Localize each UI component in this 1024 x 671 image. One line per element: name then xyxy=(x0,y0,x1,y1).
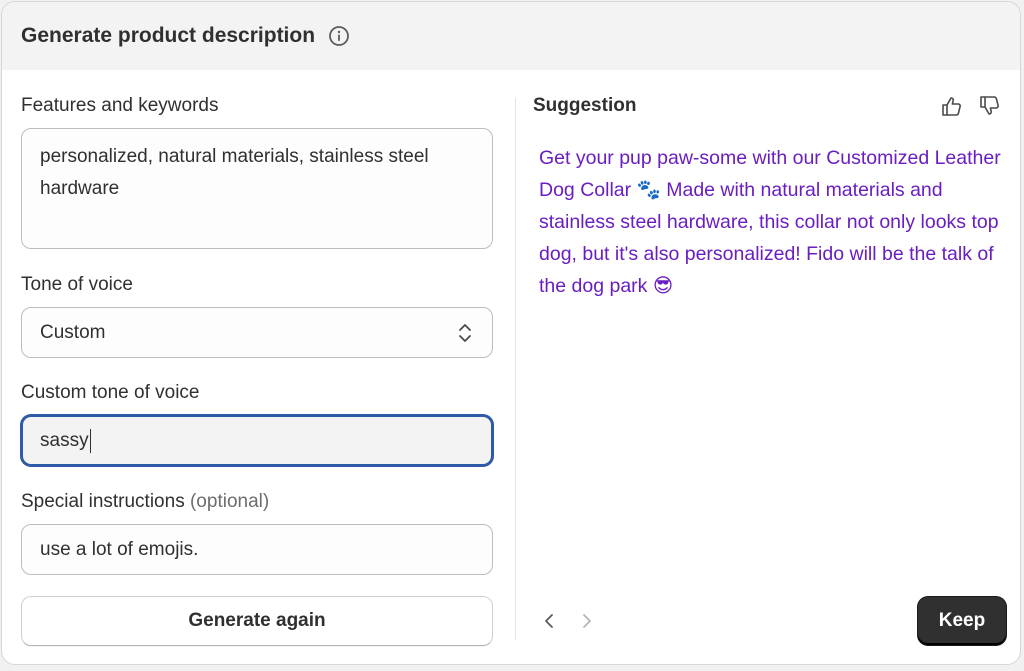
feedback-buttons xyxy=(940,94,1002,118)
suggestion-pane: Suggestion Get your pup paw-some with ou… xyxy=(533,70,1006,664)
chevron-right-icon[interactable] xyxy=(579,610,595,632)
features-label: Features and keywords xyxy=(21,95,219,116)
custom-tone-value: sassy xyxy=(40,429,89,451)
special-instructions-label-text: Special instructions xyxy=(21,491,185,512)
features-textarea[interactable]: personalized, natural materials, stainle… xyxy=(21,128,493,249)
suggestion-pager xyxy=(541,610,595,632)
chevron-left-icon[interactable] xyxy=(541,610,557,632)
special-instructions-input[interactable]: use a lot of emojis. xyxy=(21,524,493,575)
custom-tone-input[interactable]: sassy xyxy=(21,415,493,466)
suggestion-label: Suggestion xyxy=(533,95,637,116)
generate-description-modal: Generate product description Features an… xyxy=(1,1,1021,665)
suggestion-text: Get your pup paw-some with our Customize… xyxy=(539,147,1001,297)
tone-select[interactable]: Custom xyxy=(21,307,493,358)
special-instructions-label: Special instructions (optional) xyxy=(21,491,269,513)
info-icon[interactable] xyxy=(328,25,350,47)
text-caret xyxy=(89,428,92,453)
modal-title: Generate product description xyxy=(21,24,316,47)
thumbs-up-icon[interactable] xyxy=(940,94,964,118)
select-chevron-icon xyxy=(456,320,474,346)
custom-tone-label: Custom tone of voice xyxy=(21,382,200,403)
pane-divider xyxy=(515,98,516,640)
optional-hint: (optional) xyxy=(189,491,270,512)
keep-button[interactable]: Keep xyxy=(918,597,1006,645)
tone-select-value: Custom xyxy=(40,321,106,343)
thumbs-down-icon[interactable] xyxy=(978,94,1002,118)
modal-header: Generate product description xyxy=(2,2,1020,70)
special-instructions-value: use a lot of emojis. xyxy=(40,538,199,560)
generate-again-button[interactable]: Generate again xyxy=(21,596,493,646)
tone-label: Tone of voice xyxy=(21,274,133,295)
